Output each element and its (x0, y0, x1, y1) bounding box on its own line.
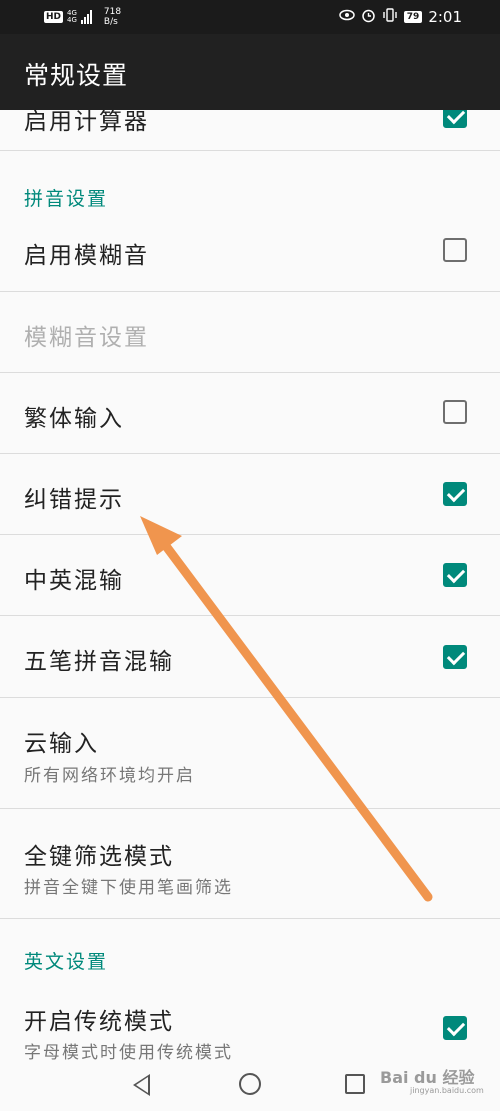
back-icon[interactable] (133, 1074, 150, 1096)
setting-label: 模糊音设置 (24, 325, 149, 351)
checkbox-wubi-pinyin-mixed[interactable] (443, 645, 467, 669)
checkbox-enable-calculator[interactable] (443, 110, 467, 128)
setting-enable-calculator[interactable]: 启用计算器 (0, 110, 500, 151)
setting-label: 启用计算器 (24, 110, 149, 135)
recents-icon[interactable] (345, 1074, 365, 1094)
checkbox-traditional-input[interactable] (443, 400, 467, 424)
hd-badge: HD (44, 11, 64, 23)
vibrate-icon (382, 8, 398, 26)
checkbox-fuzzy-pinyin[interactable] (443, 238, 467, 262)
setting-mixed-cn-en[interactable]: 中英混输 (0, 535, 500, 616)
setting-label: 开启传统模式 (24, 1009, 174, 1035)
setting-full-key-filter[interactable]: 全键筛选模式 拼音全键下使用笔画筛选 (0, 809, 500, 919)
page-title: 常规设置 (24, 61, 129, 90)
baidu-watermark: Bai du 经验 jingyan.baidu.com (380, 1068, 484, 1095)
section-header-pinyin: 拼音设置 (24, 188, 109, 210)
setting-wubi-pinyin-mixed[interactable]: 五笔拼音混输 (0, 616, 500, 698)
setting-label: 纠错提示 (24, 487, 124, 513)
divider (0, 150, 500, 151)
setting-label: 全键筛选模式 (24, 844, 174, 870)
setting-summary: 拼音全键下使用笔画筛选 (24, 878, 233, 898)
home-icon[interactable] (239, 1073, 261, 1095)
app-toolbar: 常规设置 (0, 34, 500, 110)
settings-list[interactable]: 启用计算器 拼音设置 启用模糊音 模糊音设置 繁体输入 纠错提示 中英混输 五笔… (0, 110, 500, 1060)
setting-traditional-input[interactable]: 繁体输入 (0, 373, 500, 454)
setting-cloud-input[interactable]: 云输入 所有网络环境均开启 (0, 698, 500, 809)
setting-traditional-mode[interactable]: 开启传统模式 字母模式时使用传统模式 (0, 980, 500, 1060)
setting-fuzzy-pinyin[interactable]: 启用模糊音 (0, 210, 500, 292)
setting-label: 中英混输 (24, 568, 124, 594)
setting-label: 繁体输入 (24, 406, 124, 432)
network-type: 4G 4G (67, 9, 77, 24)
signal-icon (80, 10, 92, 24)
setting-label: 五笔拼音混输 (24, 649, 174, 675)
setting-summary: 字母模式时使用传统模式 (24, 1043, 233, 1060)
setting-error-correction[interactable]: 纠错提示 (0, 454, 500, 535)
status-bar: HD 4G 4G 718 B/s 79 2:01 (0, 0, 500, 34)
checkbox-mixed-cn-en[interactable] (443, 563, 467, 587)
network-speed: 718 B/s (103, 7, 122, 27)
status-time: 2:01 (428, 8, 462, 26)
battery-icon: 79 (403, 11, 423, 23)
alarm-icon (361, 8, 376, 27)
setting-summary: 所有网络环境均开启 (24, 766, 195, 786)
checkbox-error-correction[interactable] (443, 482, 467, 506)
checkbox-traditional-mode[interactable] (443, 1016, 467, 1040)
setting-label: 启用模糊音 (24, 243, 149, 269)
setting-label: 云输入 (24, 731, 99, 757)
eye-icon (339, 9, 355, 25)
setting-fuzzy-settings: 模糊音设置 (0, 292, 500, 373)
section-header-english: 英文设置 (24, 951, 109, 973)
